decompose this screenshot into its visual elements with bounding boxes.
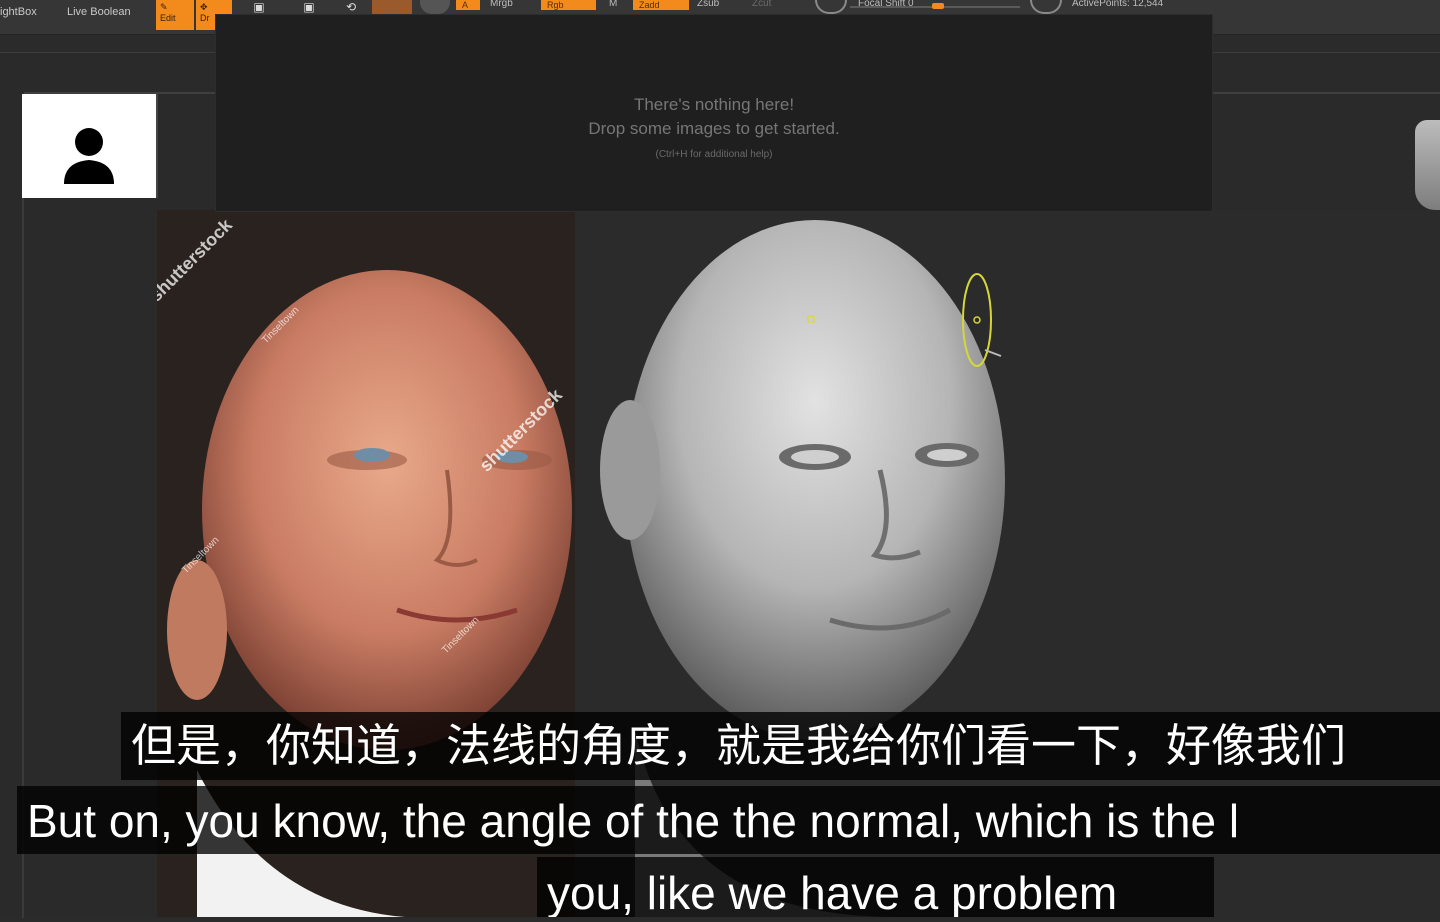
zadd-toggle[interactable]: Zadd: [633, 0, 689, 10]
live-boolean-button[interactable]: Live Boolean: [67, 6, 131, 18]
lightbox-panel[interactable]: There's nothing here! Drop some images t…: [215, 14, 1213, 212]
m-toggle[interactable]: M: [609, 0, 617, 9]
draw-icon: ✥: [200, 2, 208, 12]
navigation-widget[interactable]: [1415, 120, 1440, 210]
active-points-readout: ActivePoints: 12,544: [1072, 0, 1164, 9]
lightbox-empty-subtitle: Drop some images to get started.: [588, 119, 840, 138]
lightbox-button[interactable]: ightBox: [0, 6, 37, 18]
material-swatch[interactable]: [372, 0, 412, 14]
draw-label: Dr: [200, 13, 210, 23]
edit-button[interactable]: ✎ Edit: [156, 0, 194, 30]
focal-shift-slider[interactable]: [850, 3, 1020, 9]
focal-shift-icon: [815, 0, 847, 14]
subtitle-english-line1: But on, you know, the angle of the the n…: [17, 786, 1440, 854]
scale-icon[interactable]: ▣: [298, 0, 320, 14]
a-toggle[interactable]: A: [456, 0, 480, 10]
texture-swatch[interactable]: [420, 0, 450, 14]
rgb-label: Rgb: [547, 0, 564, 10]
rgb-toggle[interactable]: Rgb: [541, 0, 596, 10]
zsub-toggle[interactable]: Zsub: [697, 0, 719, 9]
zadd-label: Zadd: [639, 0, 660, 10]
move-icon[interactable]: ▣: [248, 0, 270, 14]
subtitle-english-line2: you, like we have a problem: [537, 857, 1214, 917]
avatar-thumbnail[interactable]: [22, 94, 158, 198]
subtitle-chinese: 但是，你知道，法线的角度，就是我给你们看一下，好像我们: [121, 712, 1440, 780]
lightbox-empty-title: There's nothing here!: [633, 95, 795, 114]
brush-cursor-icon: [962, 273, 1002, 367]
lightbox-help-hint: (Ctrl+H for additional help): [655, 149, 773, 160]
edit-icon: ✎: [160, 2, 168, 12]
rotate-icon[interactable]: ⟲: [340, 0, 362, 14]
mrgb-toggle[interactable]: Mrgb: [490, 0, 513, 9]
zcut-toggle[interactable]: Zcut: [752, 0, 771, 9]
focal-shift-slider-thumb[interactable]: [932, 3, 944, 9]
edit-label: Edit: [160, 13, 176, 23]
person-icon: [64, 128, 114, 184]
draw-size-icon: [1030, 0, 1062, 14]
